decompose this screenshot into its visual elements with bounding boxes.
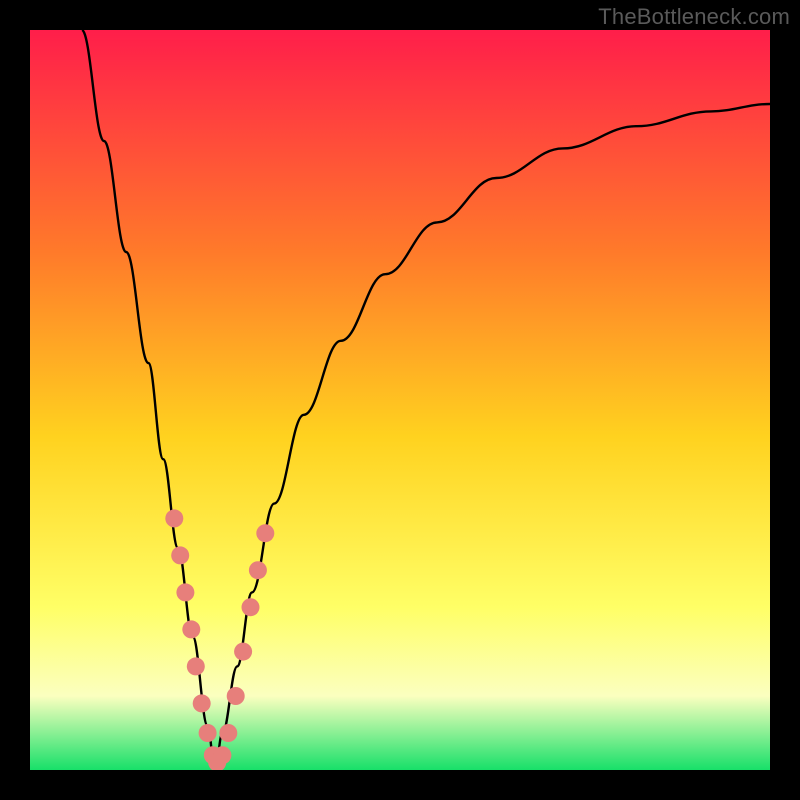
curve-marker [213,746,231,764]
curve-marker [242,598,260,616]
curve-marker [176,583,194,601]
watermark-text: TheBottleneck.com [598,4,790,30]
curve-marker [182,620,200,638]
curve-marker [199,724,217,742]
chart-svg [30,30,770,770]
curve-marker [227,687,245,705]
curve-marker [193,694,211,712]
chart-frame: TheBottleneck.com [0,0,800,800]
curve-marker [187,657,205,675]
curve-marker [165,509,183,527]
curve-marker [171,546,189,564]
curve-marker [256,524,274,542]
curve-marker [234,643,252,661]
plot-area [30,30,770,770]
curve-marker [249,561,267,579]
curve-marker [219,724,237,742]
gradient-background [30,30,770,770]
